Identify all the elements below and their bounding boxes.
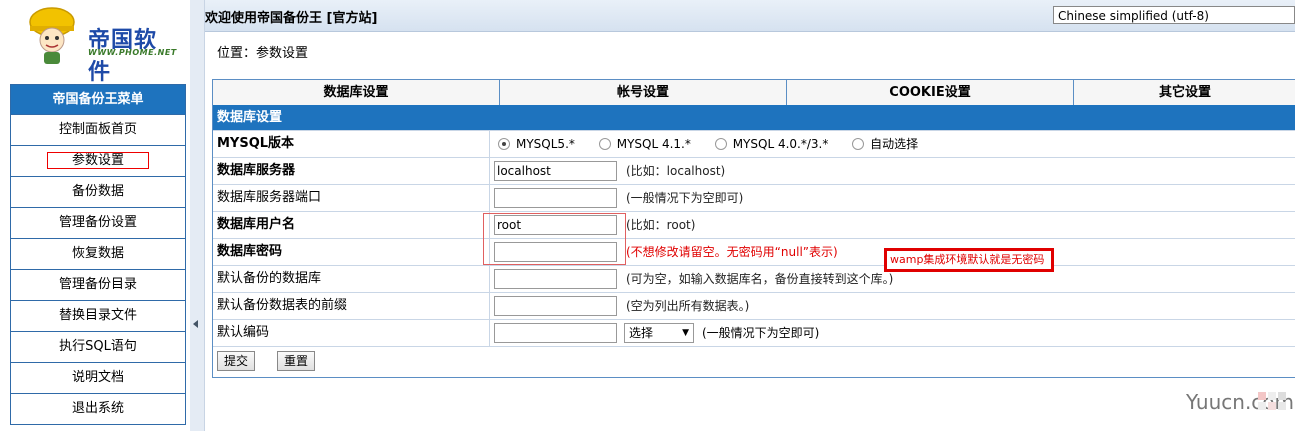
watermark-squares-icon <box>1258 392 1286 410</box>
settings-tabs: 数据库设置 帐号设置 COOKIE设置 其它设置 <box>213 80 1295 105</box>
form-buttons: 提交 重置 <box>213 346 1295 377</box>
section-title: 数据库设置 <box>213 105 1295 130</box>
table-prefix-input[interactable] <box>494 296 617 316</box>
side-menu: 帝国备份王菜单 控制面板首页 参数设置 备份数据 管理备份设置 恢复数据 管理备… <box>10 84 186 425</box>
db-server-label: 数据库服务器 <box>213 158 490 184</box>
breadcrumb: 位置：参数设置 <box>217 46 309 61</box>
reset-button[interactable]: 重置 <box>277 351 316 371</box>
radio-checked-icon <box>498 137 510 150</box>
logo-url: WWW.PHOME.NET <box>88 48 177 57</box>
welcome-text: 欢迎使用帝国备份王 [官方站] <box>205 11 378 26</box>
db-port-input[interactable] <box>494 188 617 208</box>
form-row-db-user: 数据库用户名 root (比如：root) <box>213 211 1295 238</box>
tab-database[interactable]: 数据库设置 <box>213 80 500 105</box>
default-db-input[interactable] <box>494 269 617 289</box>
menu-item-backup[interactable]: 备份数据 <box>11 176 185 207</box>
form-row-db-password: 数据库密码 (不想修改请留空。无密码用“null”表示) <box>213 238 1295 265</box>
db-server-input[interactable]: localhost <box>494 161 617 181</box>
top-bar: 欢迎使用帝国备份王 [官方站] Chinese simplified (utf-… <box>205 0 1295 32</box>
submit-button[interactable]: 提交 <box>217 351 256 371</box>
annotation-note: wamp集成环境默认就是无密码 <box>884 248 1054 272</box>
menu-item-dashboard[interactable]: 控制面板首页 <box>11 114 185 145</box>
menu-item-restore[interactable]: 恢复数据 <box>11 238 185 269</box>
db-server-hint: (比如：localhost) <box>626 164 726 178</box>
radio-auto[interactable]: 自动选择 <box>852 137 918 151</box>
form-row-default-charset: 默认编码 选择 ▼ (一般情况下为空即可) <box>213 319 1295 346</box>
default-charset-hint: (一般情况下为空即可) <box>702 326 820 340</box>
menu-item-manage-backup-settings[interactable]: 管理备份设置 <box>11 207 185 238</box>
default-db-label: 默认备份的数据库 <box>213 266 490 292</box>
logo[interactable]: 帝国软件 WWW.PHOME.NET <box>22 4 176 85</box>
dropdown-arrow-icon: ▼ <box>682 328 689 338</box>
table-prefix-label: 默认备份数据表的前缀 <box>213 293 490 319</box>
db-user-hint: (比如：root) <box>626 218 696 232</box>
settings-panel: 数据库设置 帐号设置 COOKIE设置 其它设置 数据库设置 MYSQL版本 M… <box>212 79 1295 378</box>
menu-item-replace-files[interactable]: 替换目录文件 <box>11 300 185 331</box>
db-port-hint: (一般情况下为空即可) <box>626 191 744 205</box>
form-row-mysql-version: MYSQL版本 MYSQL5.* MYSQL 4.1.* MYSQL 4.0.*… <box>213 130 1295 157</box>
menu-item-docs[interactable]: 说明文档 <box>11 362 185 393</box>
radio-unchecked-icon <box>598 137 611 150</box>
radio-unchecked-icon <box>714 137 727 150</box>
mysql-version-radios: MYSQL5.* MYSQL 4.1.* MYSQL 4.0.*/3.* 自动选… <box>498 131 938 157</box>
db-user-label: 数据库用户名 <box>213 212 490 238</box>
annotation-highlight-box <box>483 213 626 265</box>
default-charset-label: 默认编码 <box>213 320 490 346</box>
charset-select[interactable]: 选择 ▼ <box>624 323 694 343</box>
menu-item-settings[interactable]: 参数设置 <box>11 145 185 176</box>
radio-unchecked-icon <box>852 137 865 150</box>
mascot-logo-icon <box>29 7 75 64</box>
language-select[interactable]: Chinese simplified (utf-8) <box>1053 6 1295 24</box>
menu-item-run-sql[interactable]: 执行SQL语句 <box>11 331 185 362</box>
default-charset-input[interactable] <box>494 323 617 343</box>
db-password-hint: (不想修改请留空。无密码用“null”表示) <box>626 245 838 259</box>
menu-title: 帝国备份王菜单 <box>11 85 185 114</box>
radio-mysql41[interactable]: MYSQL 4.1.* <box>598 137 691 151</box>
default-db-hint: (可为空，如输入数据库名，备份直接转到这个库。) <box>626 272 894 286</box>
tab-account[interactable]: 帐号设置 <box>500 80 787 105</box>
collapse-left-icon <box>193 320 198 328</box>
radio-mysql5[interactable]: MYSQL5.* <box>498 137 575 151</box>
radio-mysql40[interactable]: MYSQL 4.0.*/3.* <box>714 137 828 151</box>
table-prefix-hint: (空为列出所有数据表。) <box>626 299 750 313</box>
tab-other[interactable]: 其它设置 <box>1074 80 1295 105</box>
mysql-version-label: MYSQL版本 <box>213 131 490 157</box>
form-row-table-prefix: 默认备份数据表的前缀 (空为列出所有数据表。) <box>213 292 1295 319</box>
menu-item-manage-backup-dir[interactable]: 管理备份目录 <box>11 269 185 300</box>
form-row-db-port: 数据库服务器端口 (一般情况下为空即可) <box>213 184 1295 211</box>
sidebar-collapse-bar[interactable] <box>190 0 205 431</box>
sidebar: 帝国软件 WWW.PHOME.NET 帝国备份王菜单 控制面板首页 参数设置 备… <box>0 0 190 431</box>
menu-item-logout[interactable]: 退出系统 <box>11 393 185 424</box>
tab-cookie[interactable]: COOKIE设置 <box>787 80 1074 105</box>
form-row-default-db: 默认备份的数据库 (可为空，如输入数据库名，备份直接转到这个库。) <box>213 265 1295 292</box>
form-row-db-server: 数据库服务器 localhost (比如：localhost) <box>213 157 1295 184</box>
db-password-label: 数据库密码 <box>213 239 490 265</box>
db-port-label: 数据库服务器端口 <box>213 185 490 211</box>
